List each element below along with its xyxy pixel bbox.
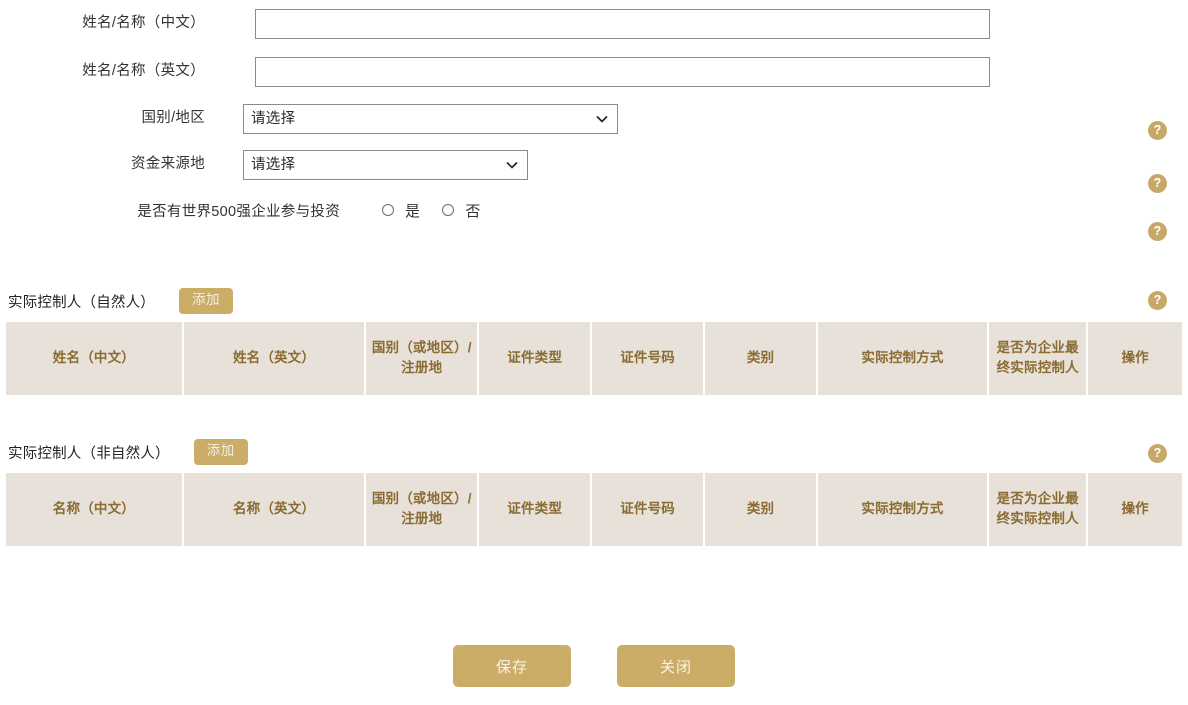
funding-source-select-value: 请选择 <box>251 156 296 173</box>
radio-circle-icon <box>382 204 394 216</box>
fortune500-radio-yes-label: 是 <box>405 202 421 220</box>
help-icon-non-natural-person[interactable]: ? <box>1148 444 1167 463</box>
radio-circle-icon <box>442 204 455 216</box>
field-wrap-name-cn <box>255 9 990 39</box>
column-header: 国别（或地区）/注册地 <box>365 473 480 552</box>
form-row-name-cn: 姓名/名称（中文） <box>0 0 1188 48</box>
form-row-name-en: 姓名/名称（英文） <box>0 48 1188 96</box>
column-header: 名称（中文） <box>6 473 184 552</box>
fortune500-radio-yes[interactable]: 是 <box>382 200 420 221</box>
country-select[interactable]: 请选择 <box>243 104 618 134</box>
footer-actions: 保存 关闭 <box>0 645 1188 687</box>
column-header: 实际控制方式 <box>816 473 990 552</box>
help-icon-fortune500[interactable]: ? <box>1148 222 1167 241</box>
fortune500-radio-no[interactable]: 否 <box>442 200 480 221</box>
field-wrap-country: 请选择 <box>243 104 618 134</box>
label-name-en: 姓名/名称（英文） <box>82 63 205 80</box>
fortune500-radio-no-label: 否 <box>465 202 481 220</box>
help-icon-funding-source[interactable]: ? <box>1148 174 1167 193</box>
investor-control-person-form-page: 姓名/名称（中文） 姓名/名称（英文） 国别/地区 请选择 资金来源地 请选择 … <box>0 0 1188 705</box>
form-area: 姓名/名称（中文） 姓名/名称（英文） 国别/地区 请选择 资金来源地 请选择 … <box>0 0 1188 232</box>
field-wrap-funding-source: 请选择 <box>243 150 528 180</box>
column-header: 实际控制方式 <box>816 322 990 401</box>
column-header: 国别（或地区）/注册地 <box>365 322 480 401</box>
section-non-natural-person-header: 实际控制人（非自然人） 添加 <box>0 435 1188 469</box>
add-natural-person-button[interactable]: 添加 <box>179 288 233 314</box>
label-fortune500: 是否有世界500强企业参与投资 <box>137 203 340 220</box>
chevron-down-icon <box>595 112 609 126</box>
column-header: 姓名（中文） <box>6 322 184 401</box>
label-funding-source: 资金来源地 <box>131 156 205 173</box>
column-header: 操作 <box>1087 473 1182 552</box>
column-header: 证件号码 <box>591 473 706 552</box>
help-icon-country[interactable]: ? <box>1148 121 1167 140</box>
column-header: 类别 <box>704 473 818 552</box>
column-header: 是否为企业最终实际控制人 <box>988 473 1089 552</box>
non-natural-person-table-header-row: 名称（中文） 名称（英文） 国别（或地区）/注册地 证件类型 证件号码 类别 实… <box>6 473 1182 552</box>
name-cn-input[interactable] <box>255 9 990 39</box>
label-name-cn: 姓名/名称（中文） <box>82 15 205 32</box>
label-country: 国别/地区 <box>141 110 205 127</box>
column-header: 操作 <box>1087 322 1182 401</box>
section-natural-person-header: 实际控制人（自然人） 添加 <box>0 284 1188 318</box>
save-button[interactable]: 保存 <box>453 645 571 687</box>
natural-person-table: 姓名（中文） 姓名（英文） 国别（或地区）/注册地 证件类型 证件号码 类别 实… <box>6 322 1182 401</box>
form-row-country: 国别/地区 请选择 <box>0 96 1188 142</box>
name-en-input[interactable] <box>255 57 990 87</box>
column-header: 名称（英文） <box>182 473 367 552</box>
section-natural-person: 实际控制人（自然人） 添加 姓名（中文） 姓名（英文） 国别（或地区）/注册地 … <box>0 284 1188 401</box>
fortune500-radio-group: 是 否 <box>382 200 503 221</box>
natural-person-table-header-row: 姓名（中文） 姓名（英文） 国别（或地区）/注册地 证件类型 证件号码 类别 实… <box>6 322 1182 401</box>
close-button[interactable]: 关闭 <box>617 645 735 687</box>
field-wrap-name-en <box>255 57 990 87</box>
section-natural-person-title: 实际控制人（自然人） <box>8 294 155 311</box>
chevron-down-icon <box>505 158 519 172</box>
country-select-value: 请选择 <box>251 110 296 127</box>
form-row-fortune500: 是否有世界500强企业参与投资 是 否 <box>0 188 1188 232</box>
column-header: 类别 <box>704 322 818 401</box>
column-header: 证件类型 <box>478 322 593 401</box>
column-header: 是否为企业最终实际控制人 <box>988 322 1089 401</box>
help-icon-natural-person[interactable]: ? <box>1148 291 1167 310</box>
section-non-natural-person-title: 实际控制人（非自然人） <box>8 445 170 462</box>
section-non-natural-person: 实际控制人（非自然人） 添加 名称（中文） 名称（英文） 国别（或地区）/注册地… <box>0 435 1188 552</box>
form-row-funding-source: 资金来源地 请选择 <box>0 142 1188 188</box>
non-natural-person-table: 名称（中文） 名称（英文） 国别（或地区）/注册地 证件类型 证件号码 类别 实… <box>6 473 1182 552</box>
funding-source-select[interactable]: 请选择 <box>243 150 528 180</box>
column-header: 证件类型 <box>478 473 593 552</box>
column-header: 姓名（英文） <box>182 322 367 401</box>
add-non-natural-person-button[interactable]: 添加 <box>193 439 248 465</box>
column-header: 证件号码 <box>591 322 706 401</box>
